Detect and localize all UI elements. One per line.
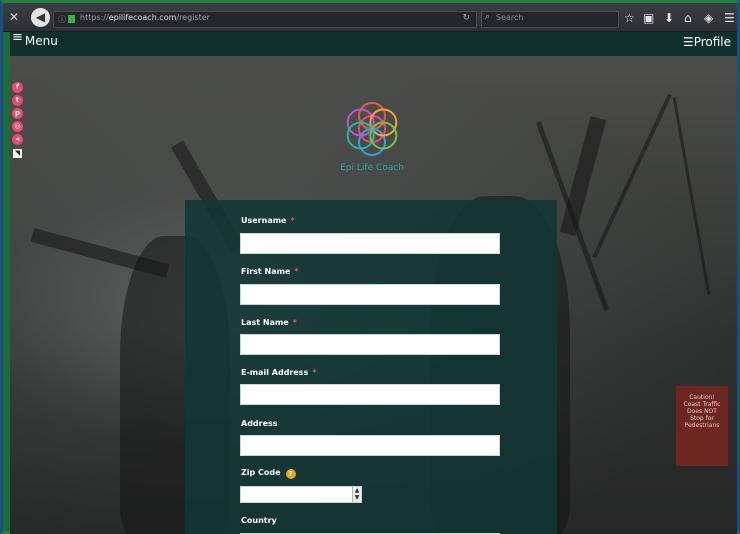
social-bar: f t p ◎ ◂ ◥	[12, 82, 24, 158]
info-icon: ⓘ	[58, 15, 66, 24]
menu-label: Menu	[24, 34, 58, 48]
number-spinner[interactable]: ▲ ▼	[352, 487, 361, 502]
zip-code-label: Zip Code?	[241, 468, 296, 479]
site-header: ≡ Menu ☰Profile	[10, 30, 737, 61]
url-text: https://epilifecoach.com/register	[80, 13, 210, 22]
search-bar[interactable]: ⌕ Search	[481, 11, 619, 28]
reload-icon[interactable]: ↻	[462, 13, 470, 23]
hero-background: Caution! Coast Traffic Does NOT Stop for…	[10, 56, 737, 534]
close-icon[interactable]: ✕	[9, 9, 19, 25]
url-bar[interactable]: ⓘ https://epilifecoach.com/register ↻	[53, 11, 477, 28]
caution-sign-text: Caution! Coast Traffic Does NOT Stop for…	[683, 394, 721, 429]
library-icon[interactable]: ▣	[643, 10, 654, 26]
lock-icon	[68, 15, 75, 23]
home-icon[interactable]: ⌂	[684, 10, 692, 26]
caution-sign: Caution! Coast Traffic Does NOT Stop for…	[676, 386, 728, 466]
twitter-icon[interactable]: t	[12, 95, 23, 106]
first-name-label: First Name *	[241, 267, 299, 276]
required-mark: *	[312, 368, 317, 377]
brand-name: Epi Life Coach	[340, 163, 404, 173]
share-icon[interactable]: ◂	[12, 134, 23, 145]
profile-menu-icon: ☰	[682, 35, 694, 49]
profile-label: Profile	[693, 35, 731, 49]
address-label: Address	[241, 419, 278, 428]
required-mark: *	[292, 318, 297, 327]
search-placeholder: Search	[496, 13, 524, 22]
profile-button[interactable]: ☰Profile	[683, 35, 731, 49]
pinterest-icon[interactable]: p	[12, 108, 23, 119]
zip-code-input[interactable]: ▲ ▼	[240, 486, 362, 503]
back-button[interactable]: ◀	[31, 8, 50, 27]
menu-icon: ≡	[12, 30, 23, 45]
last-name-input[interactable]	[240, 334, 500, 355]
facebook-icon[interactable]: f	[12, 82, 23, 93]
username-input[interactable]	[240, 233, 500, 254]
download-icon[interactable]: ⬇	[664, 10, 674, 26]
country-label: Country	[241, 516, 277, 525]
email-input[interactable]	[240, 384, 500, 405]
search-icon: ⌕	[485, 12, 491, 22]
username-label: Username *	[241, 216, 295, 225]
first-name-input[interactable]	[240, 284, 500, 305]
browser-toolbar: ✕ ◀ ⓘ https://epilifecoach.com/register …	[3, 3, 737, 32]
pocket-icon[interactable]: ◈	[704, 10, 713, 26]
bookmark-star-icon[interactable]: ☆	[624, 10, 635, 26]
required-mark: *	[294, 267, 299, 276]
registration-form: Username * First Name * Last Name * E-mail …	[185, 200, 557, 534]
address-input[interactable]	[240, 435, 500, 456]
hamburger-menu-icon[interactable]: ☰	[724, 10, 735, 26]
help-icon[interactable]: ?	[285, 469, 296, 479]
required-mark: *	[290, 216, 295, 225]
instagram-icon[interactable]: ◎	[12, 121, 23, 132]
back-arrow-icon: ◀	[35, 10, 46, 24]
last-name-label: Last Name *	[241, 318, 297, 327]
menu-button[interactable]: ≡ Menu	[12, 30, 58, 49]
flower-of-life-logo[interactable]	[339, 98, 405, 160]
expand-icon[interactable]: ◥	[13, 149, 22, 158]
email-label: E-mail Address *	[241, 368, 317, 377]
